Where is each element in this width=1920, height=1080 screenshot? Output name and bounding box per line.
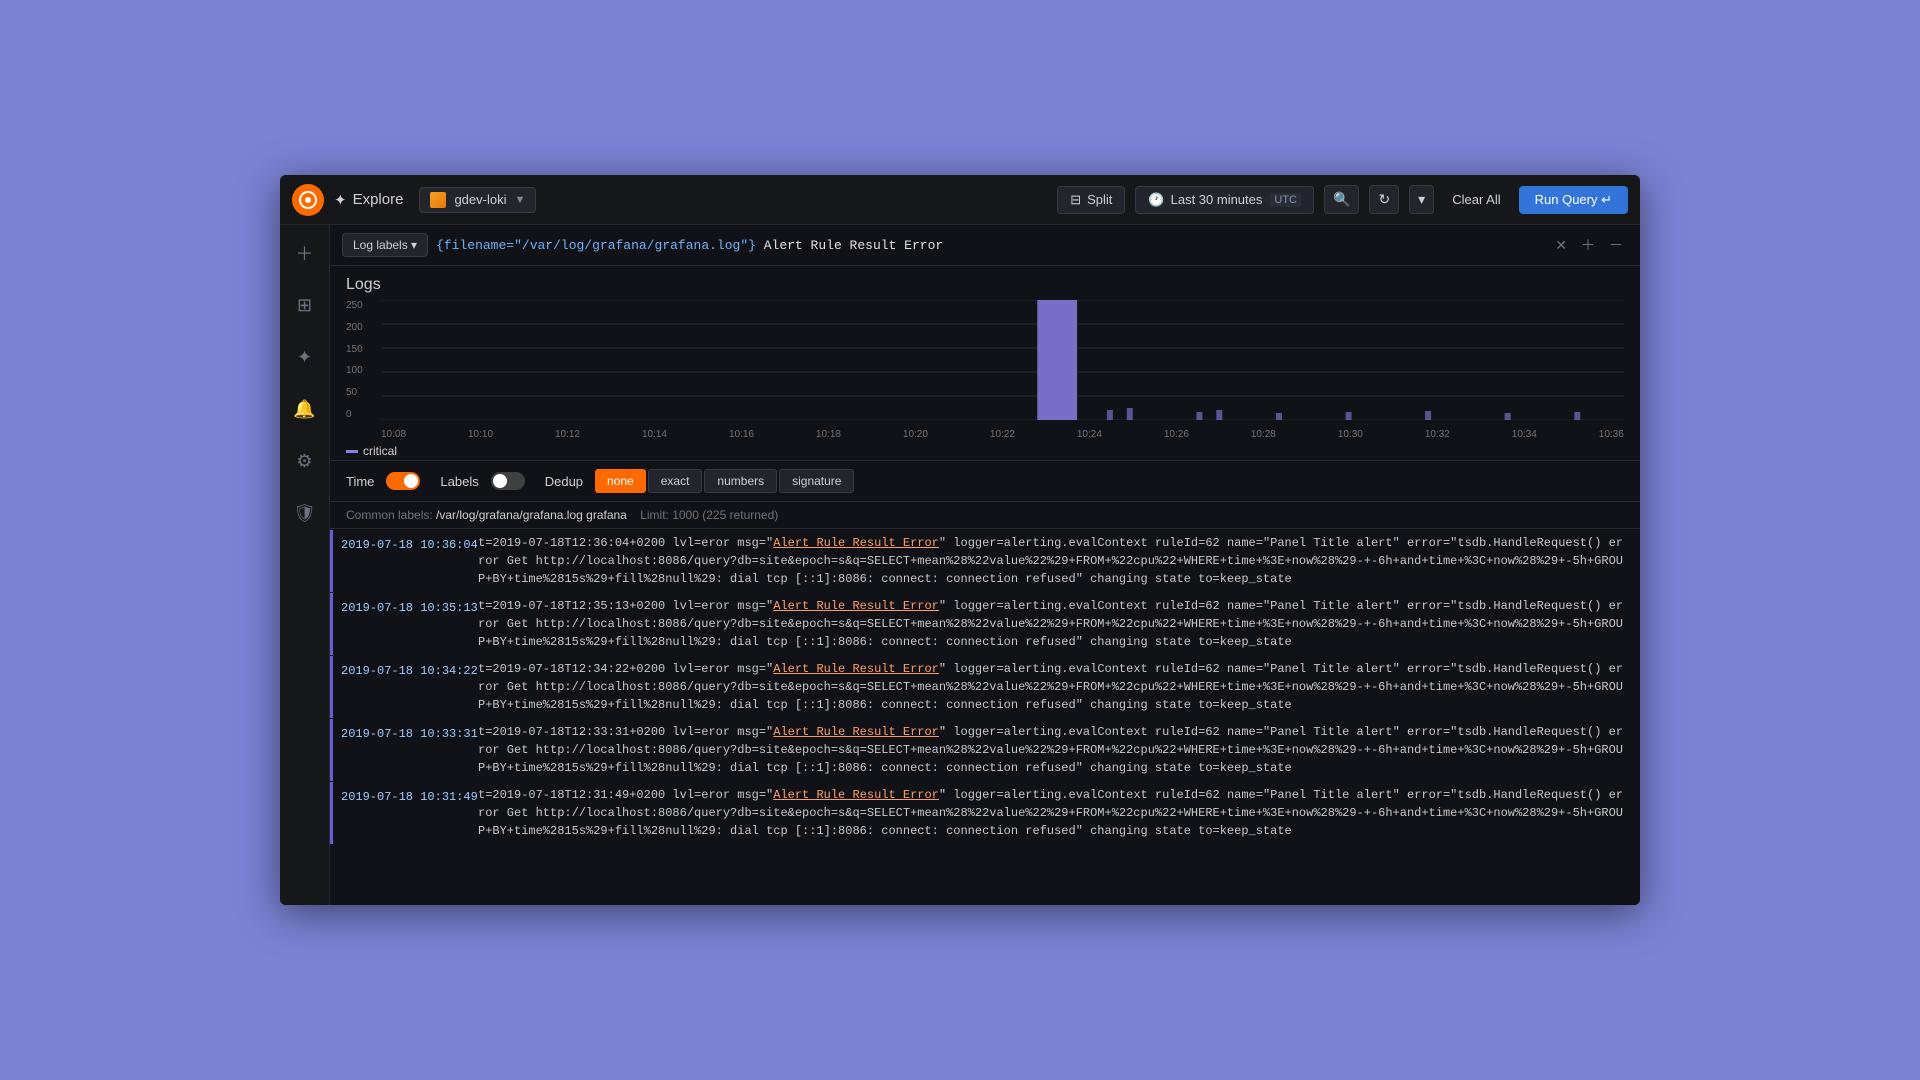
datasource-name: gdev-loki: [454, 192, 506, 207]
query-collapse-button[interactable]: －: [1604, 233, 1628, 257]
content-area: Log labels ▾ {filename="/var/log/grafana…: [330, 225, 1640, 905]
more-options-button[interactable]: ▾: [1409, 185, 1434, 214]
y-axis-150: 150: [346, 344, 376, 355]
common-labels-path: /var/log/grafana/grafana.log grafana: [436, 508, 627, 522]
time-toggle-knob: [404, 474, 418, 488]
sidebar-item-explore[interactable]: ✦: [289, 341, 321, 373]
utc-label: UTC: [1270, 193, 1301, 207]
sidebar-item-alerting[interactable]: 🔔: [289, 393, 321, 425]
y-axis-0: 0: [346, 409, 376, 420]
topbar: ✦ Explore gdev-loki ▼ ⊟ Split 🕐 Last 30 …: [280, 175, 1640, 225]
log-link-1[interactable]: Alert Rule Result Error: [773, 536, 939, 550]
log-chart-svg: [381, 300, 1624, 420]
log-timestamp-2: 2019-07-18 10:35:13: [333, 597, 478, 651]
clock-icon: 🕐: [1148, 192, 1164, 208]
datasource-icon: [430, 192, 446, 208]
query-editor[interactable]: {filename="/var/log/grafana/grafana.log"…: [436, 238, 1542, 253]
query-close-button[interactable]: ✕: [1550, 235, 1572, 256]
log-timestamp-4: 2019-07-18 10:33:31: [333, 723, 478, 777]
time-range-label: Last 30 minutes: [1171, 192, 1263, 207]
refresh-icon: ↻: [1378, 191, 1390, 208]
table-row[interactable]: 2019-07-18 10:36:04 t=2019-07-18T12:36:0…: [330, 530, 1640, 592]
log-timestamp-5: 2019-07-18 10:31:49: [333, 786, 478, 840]
refresh-button[interactable]: ↻: [1369, 185, 1399, 214]
dedup-label: Dedup: [545, 474, 583, 489]
table-row[interactable]: 2019-07-18 10:34:22 t=2019-07-18T12:34:2…: [330, 656, 1640, 718]
table-row[interactable]: 2019-07-18 10:35:13 t=2019-07-18T12:35:1…: [330, 593, 1640, 655]
dedup-numbers-button[interactable]: numbers: [704, 469, 777, 493]
time-toggle[interactable]: [386, 472, 420, 490]
log-link-3[interactable]: Alert Rule Result Error: [773, 662, 939, 676]
log-content-4: t=2019-07-18T12:33:31+0200 lvl=eror msg=…: [478, 723, 1640, 777]
app-window: ✦ Explore gdev-loki ▼ ⊟ Split 🕐 Last 30 …: [280, 175, 1640, 905]
chart-area: 0 50 100 150 200 250: [330, 300, 1640, 460]
split-label: Split: [1087, 192, 1112, 207]
log-labels-label: Log labels ▾: [353, 238, 417, 252]
log-content-3: t=2019-07-18T12:34:22+0200 lvl=eror msg=…: [478, 660, 1640, 714]
log-entries-list: 2019-07-18 10:36:04 t=2019-07-18T12:36:0…: [330, 529, 1640, 905]
legend-label-critical: critical: [363, 444, 397, 458]
log-labels-button[interactable]: Log labels ▾: [342, 233, 428, 257]
split-button[interactable]: ⊟ Split: [1057, 186, 1125, 214]
log-timestamp-1: 2019-07-18 10:36:04: [333, 534, 478, 588]
chevron-down-icon: ▼: [514, 194, 525, 206]
datasource-picker[interactable]: gdev-loki ▼: [419, 187, 536, 213]
labels-toggle[interactable]: [491, 472, 525, 490]
y-axis-50: 50: [346, 387, 376, 398]
common-labels-row: Common labels: /var/log/grafana/grafana.…: [330, 502, 1640, 529]
y-axis-200: 200: [346, 322, 376, 333]
split-icon: ⊟: [1070, 192, 1081, 208]
log-link-2[interactable]: Alert Rule Result Error: [773, 599, 939, 613]
explore-label: Explore: [353, 191, 404, 208]
sidebar-item-add[interactable]: ＋: [289, 237, 321, 269]
x-axis-labels: 10:08 10:10 10:12 10:14 10:16 10:18 10:2…: [381, 429, 1624, 440]
log-link-5[interactable]: Alert Rule Result Error: [773, 788, 939, 802]
dedup-signature-button[interactable]: signature: [779, 469, 854, 493]
log-timestamp-3: 2019-07-18 10:34:22: [333, 660, 478, 714]
labels-label: Labels: [440, 474, 478, 489]
sidebar-item-shield[interactable]: 🛡: [289, 497, 321, 529]
chart-legend: critical: [346, 440, 1624, 462]
dedup-exact-button[interactable]: exact: [648, 469, 703, 493]
sidebar: ＋ ⊞ ✦ 🔔 ⚙ 🛡: [280, 225, 330, 905]
log-content-2: t=2019-07-18T12:35:13+0200 lvl=eror msg=…: [478, 597, 1640, 651]
legend-critical: critical: [346, 444, 397, 458]
explore-nav[interactable]: ✦ Explore: [334, 191, 403, 209]
common-labels-prefix: Common labels:: [346, 508, 433, 522]
query-label-part: {filename="/var/log/grafana/grafana.log"…: [436, 238, 756, 253]
query-row: Log labels ▾ {filename="/var/log/grafana…: [330, 225, 1640, 266]
table-row[interactable]: 2019-07-18 10:33:31 t=2019-07-18T12:33:3…: [330, 719, 1640, 781]
compass-icon: ✦: [334, 191, 347, 209]
legend-color-critical: [346, 450, 358, 453]
table-row[interactable]: 2019-07-18 10:31:49 t=2019-07-18T12:31:4…: [330, 782, 1640, 844]
query-actions: ✕ ＋ －: [1550, 233, 1628, 257]
query-filter-part: Alert Rule Result Error: [756, 238, 943, 253]
y-axis-100: 100: [346, 365, 376, 376]
grafana-logo: [292, 184, 324, 216]
labels-toggle-knob: [493, 474, 507, 488]
main-layout: ＋ ⊞ ✦ 🔔 ⚙ 🛡 Log labels ▾ {filename="/var…: [280, 225, 1640, 905]
search-icon: 🔍: [1333, 191, 1350, 208]
dedup-none-button[interactable]: none: [595, 469, 646, 493]
y-axis-250: 250: [346, 300, 376, 311]
chevron-down-icon: ▾: [1418, 191, 1425, 208]
clear-all-button[interactable]: Clear All: [1444, 187, 1508, 212]
log-content-1: t=2019-07-18T12:36:04+0200 lvl=eror msg=…: [478, 534, 1640, 588]
dedup-buttons: none exact numbers signature: [595, 469, 854, 493]
log-content-5: t=2019-07-18T12:31:49+0200 lvl=eror msg=…: [478, 786, 1640, 840]
controls-row: Time Labels Dedup none exact numbers sig…: [330, 460, 1640, 502]
logs-section: Logs 0 50 100 150 200 250: [330, 266, 1640, 905]
run-query-label: Run Query ↵: [1535, 192, 1612, 208]
sidebar-item-settings[interactable]: ⚙: [289, 445, 321, 477]
search-button[interactable]: 🔍: [1324, 185, 1359, 214]
time-range-picker[interactable]: 🕐 Last 30 minutes UTC: [1135, 186, 1314, 214]
sidebar-item-dashboards[interactable]: ⊞: [289, 289, 321, 321]
common-labels-limit: Limit: 1000 (225 returned): [640, 508, 778, 522]
query-add-button[interactable]: ＋: [1576, 233, 1600, 257]
run-query-button[interactable]: Run Query ↵: [1519, 186, 1628, 214]
log-link-4[interactable]: Alert Rule Result Error: [773, 725, 939, 739]
time-label: Time: [346, 474, 374, 489]
logs-title: Logs: [330, 266, 1640, 300]
